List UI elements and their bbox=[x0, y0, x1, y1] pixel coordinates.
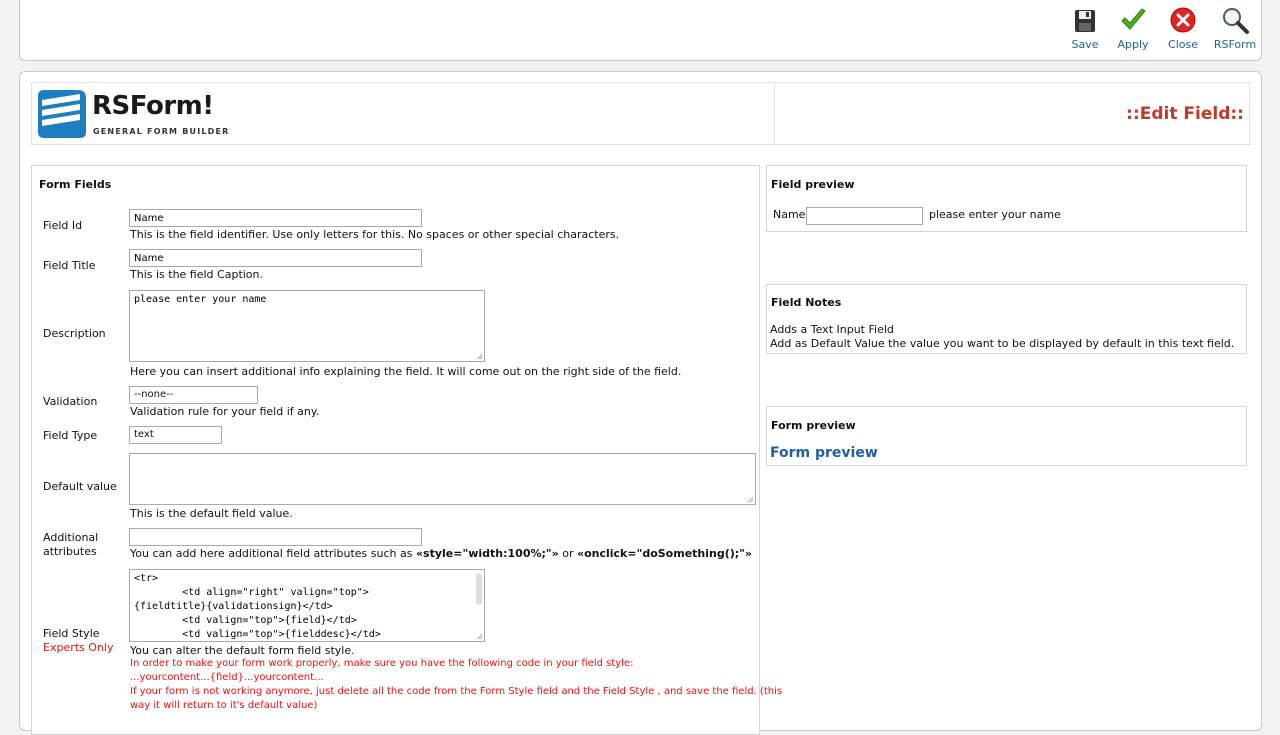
field-style-warning-2: ...yourcontent...{field}...yourcontent..… bbox=[130, 672, 324, 683]
rsform-label: RSForm bbox=[1213, 38, 1257, 51]
description-hint: Here you can insert additional info expl… bbox=[130, 365, 682, 378]
field-type-select[interactable]: text bbox=[129, 426, 222, 444]
field-notes-line-2: Add as Default Value the value you want … bbox=[770, 337, 1235, 350]
header-divider bbox=[774, 82, 775, 145]
hint-prefix: You can add here additional field attrib… bbox=[130, 547, 416, 560]
default-value-textarea[interactable] bbox=[129, 453, 756, 505]
save-label: Save bbox=[1071, 38, 1099, 51]
field-id-input[interactable] bbox=[129, 209, 422, 227]
preview-name-description: please enter your name bbox=[929, 208, 1061, 221]
hint-code-onclick: «onclick="doSomething();"» bbox=[576, 547, 753, 560]
preview-name-label: Name bbox=[773, 208, 806, 221]
validation-hint: Validation rule for your field if any. bbox=[130, 405, 320, 418]
field-title-input[interactable] bbox=[129, 249, 422, 267]
close-label: Close bbox=[1168, 38, 1198, 51]
field-title-hint: This is the field Caption. bbox=[130, 268, 264, 281]
form-fields-title: Form Fields bbox=[39, 178, 112, 191]
form-preview-title: Form preview bbox=[771, 419, 856, 432]
field-style-scrollbar[interactable] bbox=[476, 573, 482, 605]
field-id-label: Field Id bbox=[43, 219, 83, 232]
field-style-warning-3: If your form is not working anymore, jus… bbox=[130, 686, 783, 697]
description-textarea[interactable]: please enter your name bbox=[129, 290, 485, 362]
field-notes-line-1: Adds a Text Input Field bbox=[770, 323, 894, 336]
field-type-selected-value: text bbox=[134, 429, 154, 440]
field-style-textarea[interactable]: <tr> <td align="right" valign="top"> {fi… bbox=[129, 569, 485, 642]
additional-attributes-hint: You can add here additional field attrib… bbox=[130, 547, 752, 560]
field-style-warning-4: way it will return to it's default value… bbox=[130, 700, 318, 711]
hint-mid: or bbox=[558, 547, 577, 560]
default-value-hint: This is the default field value. bbox=[130, 507, 293, 520]
logo-subtitle: GENERAL FORM BUILDER bbox=[93, 127, 230, 136]
additional-attributes-label: Additional attributes bbox=[43, 531, 99, 558]
field-type-label: Field Type bbox=[43, 429, 98, 442]
close-icon bbox=[1170, 7, 1196, 33]
field-notes-title: Field Notes bbox=[771, 296, 842, 309]
field-style-hint: You can alter the default form field sty… bbox=[130, 644, 355, 657]
checkmark-icon bbox=[1121, 8, 1146, 30]
validation-select[interactable]: --none-- bbox=[129, 386, 258, 404]
rsform-button[interactable]: RSForm bbox=[1211, 6, 1259, 51]
save-button[interactable]: Save bbox=[1061, 6, 1109, 51]
resize-grip-icon[interactable] bbox=[476, 633, 482, 639]
page-title: ::Edit Field:: bbox=[1126, 104, 1244, 124]
field-id-hint: This is the field identifier. Use only l… bbox=[130, 228, 620, 241]
field-title-label: Field Title bbox=[43, 259, 96, 272]
experts-only-label: Experts Only bbox=[43, 641, 114, 654]
validation-selected-value: --none-- bbox=[134, 389, 174, 400]
resize-grip-icon[interactable] bbox=[476, 353, 482, 359]
apply-label: Apply bbox=[1117, 38, 1149, 51]
field-style-label: Field Style bbox=[43, 627, 100, 640]
hint-code-style: «style="width:100%;"» bbox=[415, 547, 559, 560]
field-preview-title: Field preview bbox=[771, 178, 855, 191]
magnifier-icon bbox=[1223, 8, 1249, 34]
description-label: Description bbox=[43, 327, 106, 340]
save-icon bbox=[1075, 10, 1095, 32]
default-value-label: Default value bbox=[43, 480, 117, 493]
logo-text: RSForm! bbox=[92, 91, 214, 121]
apply-button[interactable]: Apply bbox=[1109, 6, 1157, 51]
resize-grip-icon[interactable] bbox=[747, 496, 753, 502]
field-style-warning-1: In order to make your form work properly… bbox=[130, 658, 634, 669]
form-preview-link[interactable]: Form preview bbox=[770, 445, 878, 461]
additional-attributes-input[interactable] bbox=[129, 528, 422, 546]
validation-label: Validation bbox=[43, 395, 98, 408]
close-button[interactable]: Close bbox=[1159, 6, 1207, 51]
preview-name-input[interactable] bbox=[806, 207, 923, 225]
